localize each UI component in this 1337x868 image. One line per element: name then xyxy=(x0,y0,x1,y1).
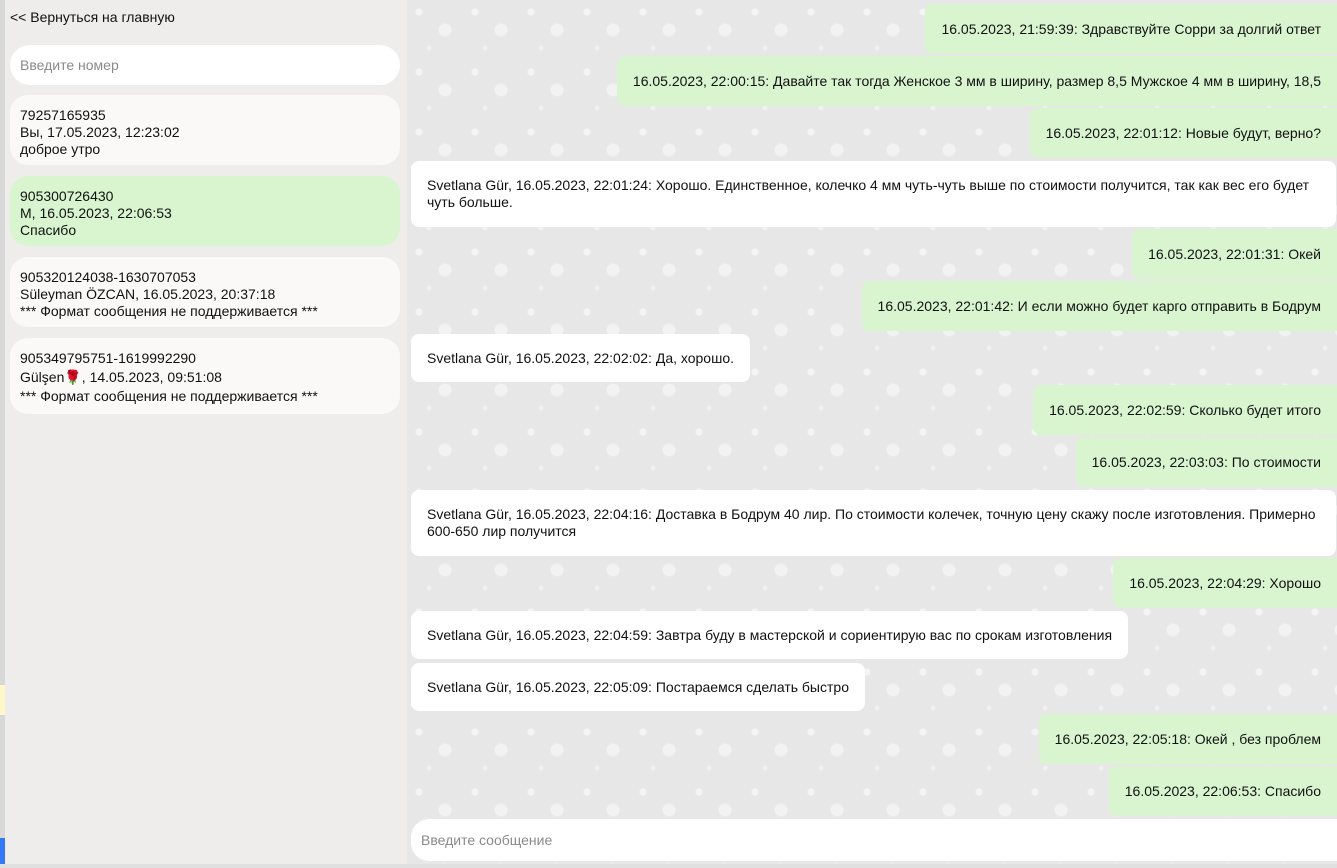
chat-list-item-active[interactable]: 905300726430 M, 16.05.2023, 22:06:53 Спа… xyxy=(10,176,400,246)
incoming-message: Svetlana Gür, 16.05.2023, 22:05:09: Пост… xyxy=(411,663,865,711)
app-window: << Вернуться на главную 79257165935 Вы, … xyxy=(0,0,1337,868)
chat-meta: Süleyman ÖZCAN, 16.05.2023, 20:37:18 xyxy=(20,286,276,302)
sidebar: << Вернуться на главную 79257165935 Вы, … xyxy=(5,0,407,864)
outgoing-message: 16.05.2023, 22:06:53: Спасибо xyxy=(1108,766,1337,816)
chat-list-item[interactable]: 79257165935 Вы, 17.05.2023, 12:23:02 доб… xyxy=(10,95,400,165)
chat-meta: Gülşen🌹, 14.05.2023, 09:51:08 xyxy=(20,369,222,385)
outgoing-message: 16.05.2023, 21:59:39: Здравствуйте Сорри… xyxy=(925,4,1337,54)
chat-list-item[interactable]: 905349795751-1619992290 Gülşen🌹, 14.05.2… xyxy=(10,338,400,414)
search-number-input[interactable] xyxy=(10,45,400,85)
chat-number: 905349795751-1619992290 xyxy=(20,350,196,366)
chat-list-item[interactable]: 905320124038-1630707053 Süleyman ÖZCAN, … xyxy=(10,257,400,327)
chat-meta: Вы, 17.05.2023, 12:23:02 xyxy=(20,124,180,140)
chat-number: 905320124038-1630707053 xyxy=(20,269,196,285)
outgoing-message: 16.05.2023, 22:00:15: Давайте так тогда … xyxy=(616,56,1337,106)
outgoing-message: 16.05.2023, 22:01:31: Окей xyxy=(1132,229,1337,279)
outgoing-message: 16.05.2023, 22:01:42: И если можно будет… xyxy=(861,281,1337,331)
chat-number: 79257165935 xyxy=(20,107,106,123)
incoming-message: Svetlana Gür, 16.05.2023, 22:04:16: Дост… xyxy=(411,490,1336,556)
outgoing-message: 16.05.2023, 22:03:03: По стоимости xyxy=(1075,437,1337,487)
chat-preview: *** Формат сообщения не поддерживается *… xyxy=(20,303,318,319)
chat-preview: *** Формат сообщения не поддерживается *… xyxy=(20,388,318,404)
outgoing-message: 16.05.2023, 22:01:12: Новые будут, верно… xyxy=(1029,108,1337,158)
incoming-message: Svetlana Gür, 16.05.2023, 22:02:02: Да, … xyxy=(411,334,750,382)
chat-meta: M, 16.05.2023, 22:06:53 xyxy=(20,205,172,221)
outgoing-message: 16.05.2023, 22:05:18: Окей , без проблем xyxy=(1038,714,1337,764)
outgoing-message: 16.05.2023, 22:02:59: Сколько будет итог… xyxy=(1033,385,1337,435)
bottom-edge xyxy=(0,864,1337,868)
incoming-message: Svetlana Gür, 16.05.2023, 22:01:24: Хоро… xyxy=(411,161,1336,227)
chat-number: 905300726430 xyxy=(20,188,114,204)
chat-preview: Спасибо xyxy=(20,222,77,238)
back-to-home-link[interactable]: << Вернуться на главную xyxy=(10,9,175,25)
message-input[interactable] xyxy=(411,819,1337,861)
outgoing-message: 16.05.2023, 22:04:29: Хорошо xyxy=(1113,558,1337,608)
conversation-pane[interactable]: 16.05.2023, 21:59:39: Здравствуйте Сорри… xyxy=(407,0,1337,864)
incoming-message: Svetlana Gür, 16.05.2023, 22:04:59: Завт… xyxy=(411,611,1129,659)
chat-preview: доброе утро xyxy=(20,141,101,157)
